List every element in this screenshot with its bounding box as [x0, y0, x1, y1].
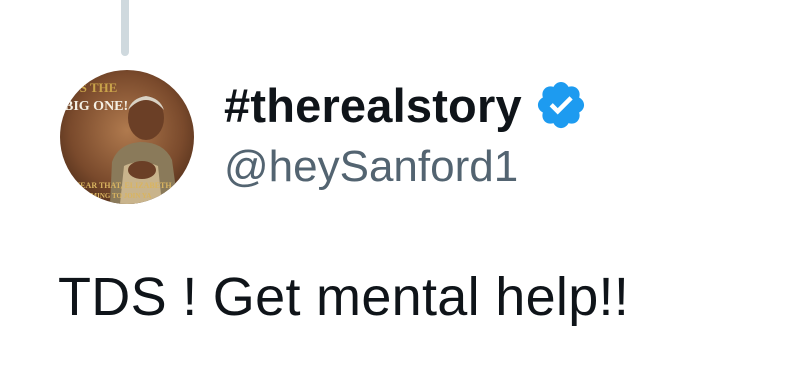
avatar-text-bottom-2: COMING TO JOIN YA	[80, 192, 151, 200]
avatar-image: 'S THE BIG ONE! HEAR THAT, ELIZABETH COM…	[60, 70, 194, 204]
avatar-text-top-2: BIG ONE!	[64, 99, 128, 114]
author-display-name[interactable]: #therealstory	[224, 78, 522, 133]
avatar[interactable]: 'S THE BIG ONE! HEAR THAT, ELIZABETH COM…	[60, 70, 194, 204]
author-handle[interactable]: @heySanford1	[224, 142, 518, 192]
author-name-row: #therealstory	[224, 72, 588, 138]
avatar-text-bottom-1: HEAR THAT, ELIZABETH	[74, 181, 172, 190]
tweet-text: TDS ! Get mental help!!	[58, 267, 630, 327]
avatar-text-top-1: 'S THE	[76, 80, 117, 95]
thread-connector-line	[121, 0, 129, 56]
verified-badge-icon[interactable]	[534, 78, 588, 132]
